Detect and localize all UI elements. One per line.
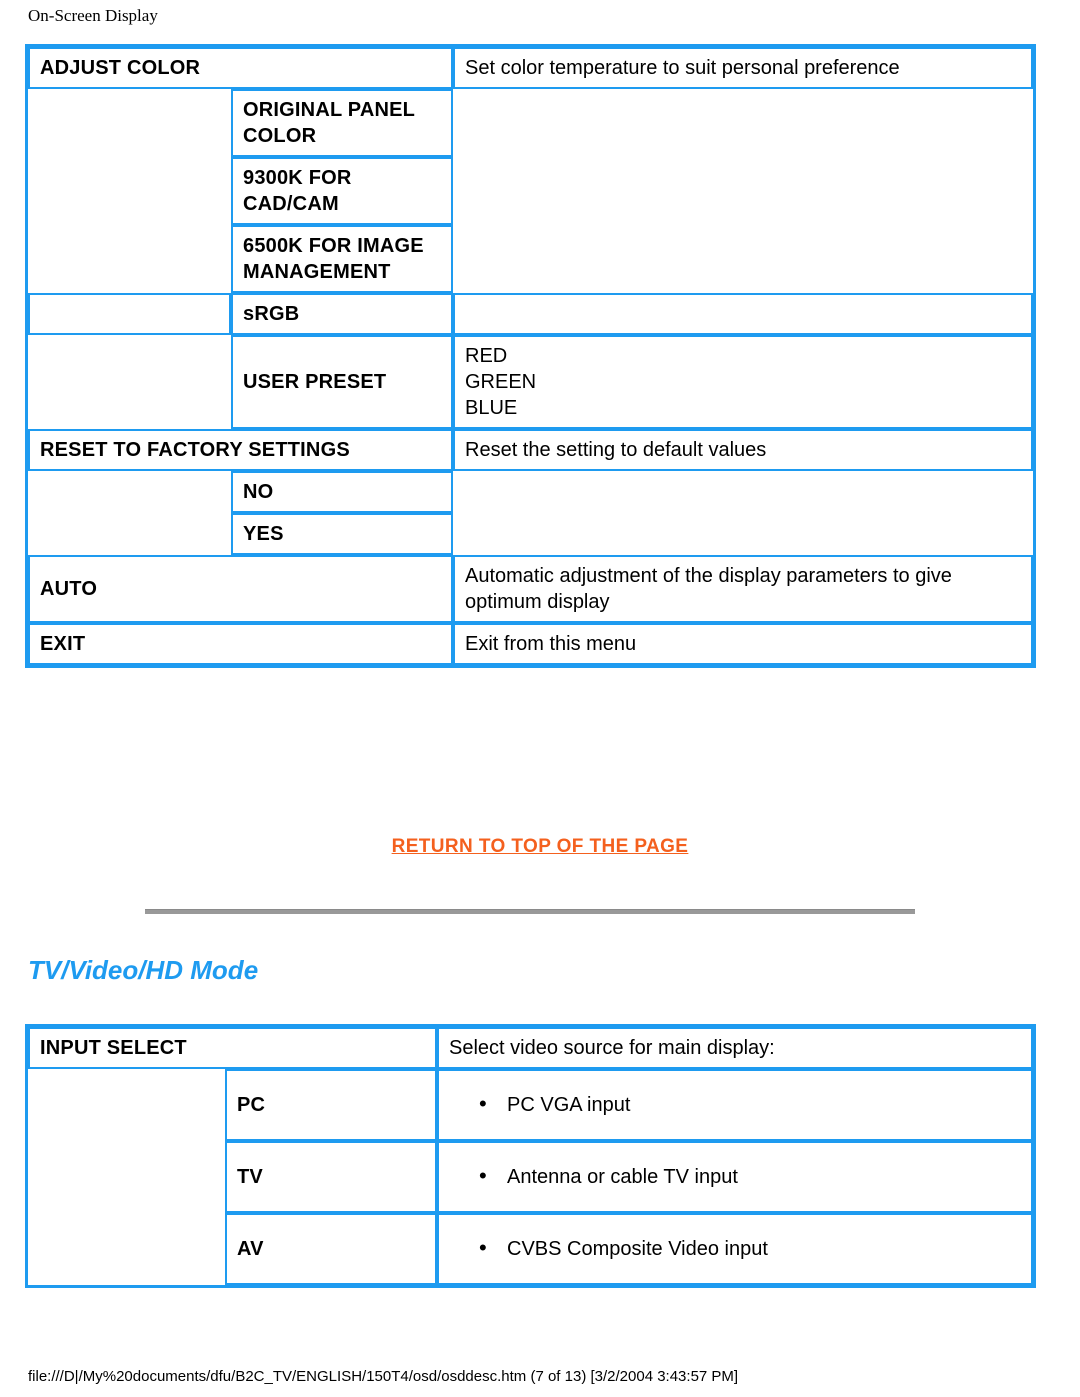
page-header-title: On-Screen Display: [28, 6, 158, 25]
section-heading-tv-video-hd-mode: TV/Video/HD Mode: [28, 955, 259, 985]
cell-exit-desc: Exit from this menu: [453, 623, 1033, 665]
return-link-container: RETURN TO TOP OF THE PAGE: [0, 836, 1080, 858]
cell-spacer-left-c: [28, 471, 231, 555]
cell-auto-desc: Automatic adjustment of the display para…: [453, 555, 1033, 623]
cell-av-desc: CVBS Composite Video input: [437, 1213, 1033, 1285]
cell-tv: TV: [225, 1141, 438, 1213]
bullet-pc-vga-input: PC VGA input: [449, 1091, 1021, 1118]
cell-6500k-image-management: 6500K FOR IMAGE MANAGEMENT: [231, 225, 453, 293]
cell-pc: PC: [225, 1069, 438, 1141]
input-select-table: INPUT SELECT Select video source for mai…: [25, 1024, 1036, 1288]
cell-av: AV: [225, 1213, 438, 1285]
cell-input-select-label: INPUT SELECT: [28, 1027, 438, 1069]
cell-spacer-left-b: [28, 335, 231, 429]
cell-tv-desc: Antenna or cable TV input: [437, 1141, 1033, 1213]
cell-adjust-color-desc: Set color temperature to suit personal p…: [453, 47, 1033, 89]
cell-srgb-left-empty: [28, 293, 231, 335]
table-row: ADJUST COLOR Set color temperature to su…: [28, 47, 1033, 89]
cell-adjust-color-label: ADJUST COLOR: [28, 47, 453, 89]
cell-reset-to-factory-settings-desc: Reset the setting to default values: [453, 429, 1033, 471]
table-row: ORIGINAL PANEL COLOR: [28, 89, 1033, 293]
cell-spacer-left-a: [28, 89, 231, 293]
cell-exit-label: EXIT: [28, 623, 453, 665]
cell-original-panel-color: ORIGINAL PANEL COLOR: [231, 89, 453, 157]
cell-pc-desc: PC VGA input: [437, 1069, 1033, 1141]
cell-srgb: sRGB: [231, 293, 453, 335]
table-row: INPUT SELECT Select video source for mai…: [28, 1027, 1033, 1069]
cell-no: NO: [231, 471, 453, 513]
cell-input-select-desc: Select video source for main display:: [437, 1027, 1033, 1069]
table-row: EXIT Exit from this menu: [28, 623, 1033, 665]
cell-spacer-right-c: [453, 471, 1033, 555]
cell-yes: YES: [231, 513, 453, 555]
bullet-antenna-cable-tv-input: Antenna or cable TV input: [449, 1163, 1021, 1190]
bullet-cvbs-composite-video-input: CVBS Composite Video input: [449, 1235, 1021, 1262]
table-row: NO: [28, 471, 1033, 555]
cell-user-preset: USER PRESET: [231, 335, 453, 429]
cell-user-preset-values: RED GREEN BLUE: [453, 335, 1033, 429]
table-row: PC PC VGA input: [28, 1069, 1033, 1285]
adjust-color-table: ADJUST COLOR Set color temperature to su…: [25, 44, 1036, 668]
footer-file-path: file:///D|/My%20documents/dfu/B2C_TV/ENG…: [28, 1368, 739, 1385]
cell-srgb-right-empty: [453, 293, 1033, 335]
table-row: USER PRESET RED GREEN BLUE: [28, 335, 1033, 429]
table-row: AUTO Automatic adjustment of the display…: [28, 555, 1033, 623]
cell-auto-label: AUTO: [28, 555, 453, 623]
table-row: sRGB: [28, 293, 1033, 335]
cell-reset-to-factory-settings-label: RESET TO FACTORY SETTINGS: [28, 429, 453, 471]
cell-spacer-right-a: [453, 89, 1033, 293]
return-to-top-link[interactable]: RETURN TO TOP OF THE PAGE: [392, 836, 689, 857]
cell-spacer-left-d: [28, 1069, 225, 1285]
cell-9300k-cad-cam: 9300K FOR CAD/CAM: [231, 157, 453, 225]
horizontal-divider: [145, 909, 915, 914]
table-row: RESET TO FACTORY SETTINGS Reset the sett…: [28, 429, 1033, 471]
